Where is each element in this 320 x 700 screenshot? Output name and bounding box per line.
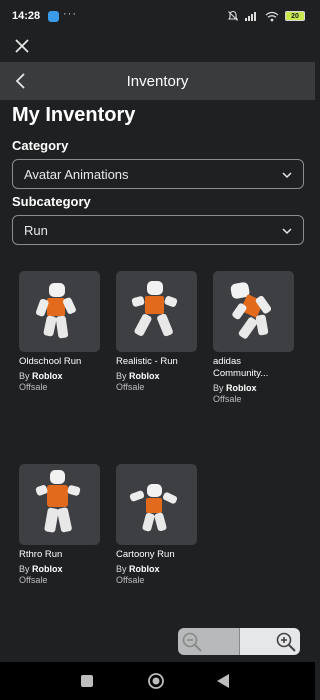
close-icon[interactable] bbox=[12, 36, 32, 56]
inventory-item[interactable]: Cartoony Run By Roblox Offsale bbox=[116, 464, 200, 586]
wifi-icon bbox=[265, 11, 279, 21]
item-name: adidas Community... bbox=[213, 356, 269, 379]
chevron-down-icon bbox=[282, 228, 292, 235]
item-thumbnail bbox=[19, 271, 100, 352]
item-creator: By Roblox bbox=[116, 564, 200, 575]
item-thumbnail bbox=[116, 464, 197, 545]
inventory-item[interactable]: adidas Community... By Roblox Offsale bbox=[213, 271, 297, 405]
item-thumbnail bbox=[116, 271, 197, 352]
subcategory-label: Subcategory bbox=[12, 194, 91, 209]
system-navigation-bar bbox=[0, 662, 315, 700]
status-icons: 20 bbox=[227, 9, 305, 23]
item-name: Cartoony Run bbox=[116, 549, 175, 560]
item-status: Offsale bbox=[213, 394, 242, 404]
item-status: Offsale bbox=[116, 575, 145, 585]
zoom-in-icon bbox=[276, 632, 296, 652]
inventory-grid: Oldschool Run By Roblox Offsale Realisti… bbox=[19, 271, 304, 651]
header-bar: Inventory bbox=[0, 62, 315, 100]
creator-name: Roblox bbox=[32, 564, 63, 574]
item-creator: By Roblox bbox=[19, 371, 103, 382]
signal-icon bbox=[245, 12, 256, 21]
close-bar bbox=[0, 32, 315, 60]
battery-level: 20 bbox=[291, 12, 299, 20]
creator-name: Roblox bbox=[129, 371, 160, 381]
item-name: Oldschool Run bbox=[19, 356, 82, 367]
creator-name: Roblox bbox=[32, 371, 63, 381]
category-value: Avatar Animations bbox=[24, 167, 129, 182]
zoom-out-icon bbox=[182, 632, 202, 652]
item-creator: By Roblox bbox=[116, 371, 200, 382]
inventory-item[interactable]: Oldschool Run By Roblox Offsale bbox=[19, 271, 103, 393]
subcategory-value: Run bbox=[24, 223, 48, 238]
more-notifications-icon: ··· bbox=[63, 8, 77, 20]
item-status: Offsale bbox=[19, 575, 48, 585]
by-prefix: By bbox=[19, 564, 30, 574]
item-name: Realistic - Run bbox=[116, 356, 178, 367]
home-icon[interactable] bbox=[147, 672, 165, 690]
header-title: Inventory bbox=[126, 73, 189, 90]
status-bar: 14:28 ··· 20 bbox=[0, 0, 315, 32]
notification-app-icon bbox=[48, 11, 59, 22]
avatar-running-image bbox=[35, 470, 81, 533]
back-nav-icon[interactable] bbox=[216, 673, 230, 689]
zoom-in-button[interactable] bbox=[239, 628, 300, 655]
by-prefix: By bbox=[116, 564, 127, 574]
avatar-running-image bbox=[230, 282, 272, 339]
creator-name: Roblox bbox=[129, 564, 160, 574]
item-creator: By Roblox bbox=[213, 383, 297, 394]
battery-icon: 20 bbox=[285, 11, 305, 21]
by-prefix: By bbox=[19, 371, 30, 381]
item-status: Offsale bbox=[19, 382, 48, 392]
by-prefix: By bbox=[213, 383, 224, 393]
chevron-down-icon bbox=[282, 172, 292, 179]
item-creator: By Roblox bbox=[19, 564, 103, 575]
inventory-item[interactable]: Rthro Run By Roblox Offsale bbox=[19, 464, 103, 586]
by-prefix: By bbox=[116, 371, 127, 381]
avatar-running-image bbox=[36, 283, 76, 339]
zoom-controls bbox=[178, 628, 300, 655]
status-time: 14:28 bbox=[12, 10, 41, 22]
avatar-running-image bbox=[129, 484, 178, 532]
inventory-item[interactable]: Realistic - Run By Roblox Offsale bbox=[116, 271, 200, 393]
recents-icon[interactable] bbox=[80, 674, 94, 688]
creator-name: Roblox bbox=[226, 383, 257, 393]
zoom-out-button[interactable] bbox=[178, 628, 239, 655]
item-status: Offsale bbox=[116, 382, 145, 392]
item-name: Rthro Run bbox=[19, 549, 63, 560]
subcategory-dropdown[interactable]: Run bbox=[12, 215, 304, 245]
mute-icon bbox=[227, 10, 239, 21]
avatar-running-image bbox=[131, 281, 178, 337]
item-thumbnail bbox=[213, 271, 294, 352]
item-thumbnail bbox=[19, 464, 100, 545]
page-title: My Inventory bbox=[12, 104, 136, 126]
category-dropdown[interactable]: Avatar Animations bbox=[12, 159, 304, 189]
category-label: Category bbox=[12, 138, 69, 153]
